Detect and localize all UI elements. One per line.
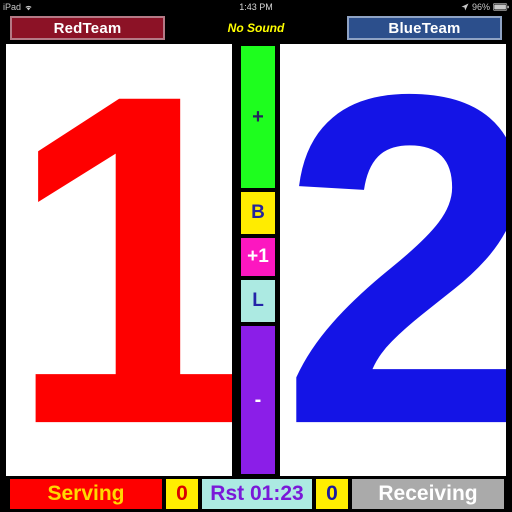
score-display-left: 1 [6,44,232,476]
plus-one-button[interactable]: +1 [241,238,275,276]
l-button[interactable]: L [241,280,275,322]
center-control-strip: + B +1 L - [241,44,275,476]
rest-timer[interactable]: Rst 01:23 [202,479,312,509]
score-panel-right[interactable]: 2 [280,44,506,476]
battery-percent-label: 96% [471,2,490,12]
ios-status-bar: iPad 1:43 PM 96% [0,0,512,14]
score-panel-left[interactable]: 1 [6,44,232,476]
battery-icon [493,3,509,11]
status-bar-clock: 1:43 PM [239,2,273,12]
decrement-button[interactable]: - [241,326,275,474]
team-header-bar: RedTeam No Sound BlueTeam [0,14,512,44]
score-display-right: 2 [280,44,506,476]
b-button[interactable]: B [241,192,275,234]
bottom-status-bar: Serving 0 Rst 01:23 0 Receiving [0,476,512,512]
scoreboard-app: iPad 1:43 PM 96% RedTeam No Sound BlueTe… [0,0,512,512]
sets-counter-right[interactable]: 0 [316,479,348,509]
increment-button[interactable]: + [241,46,275,188]
serving-indicator[interactable]: Serving [10,479,162,509]
team-name-right[interactable]: BlueTeam [347,16,502,40]
team-name-left[interactable]: RedTeam [10,16,165,40]
scoreboard-main: 1 + B +1 L - 2 [0,44,512,476]
status-bar-right: 96% [461,0,509,14]
receiving-indicator[interactable]: Receiving [352,479,504,509]
sets-counter-left[interactable]: 0 [166,479,198,509]
location-arrow-icon [461,3,469,11]
